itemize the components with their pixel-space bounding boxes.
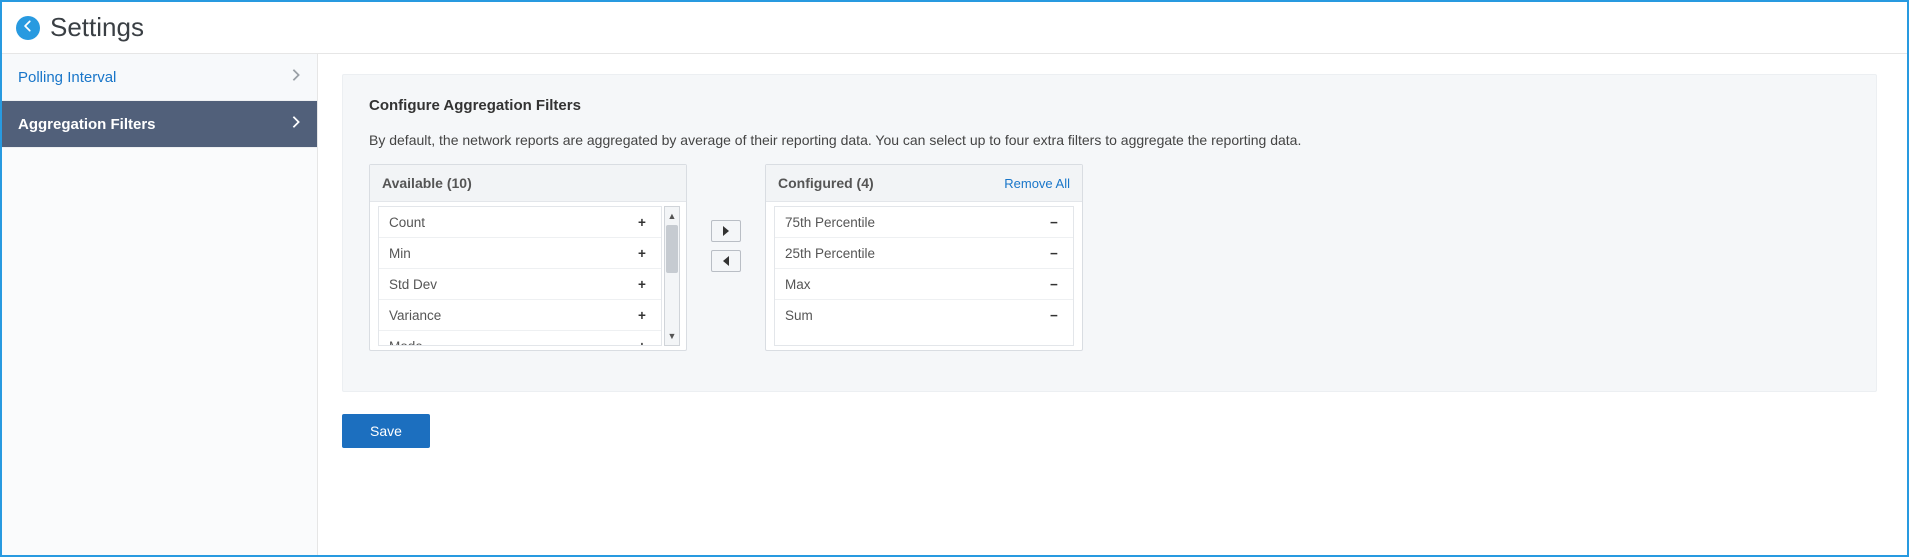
list-item-label: Std Dev (389, 277, 437, 292)
caret-left-icon (722, 253, 730, 269)
page-title: Settings (50, 12, 144, 43)
configured-body: 75th Percentile − 25th Percentile − Max … (766, 202, 1082, 350)
add-icon[interactable]: + (633, 275, 651, 293)
available-listbox: Available (10) Count + Min + (369, 164, 687, 351)
list-item-label: 25th Percentile (785, 246, 875, 261)
list-item: 25th Percentile − (775, 238, 1073, 269)
add-icon[interactable]: + (633, 337, 651, 346)
settings-sidebar: Polling Interval Aggregation Filters (2, 54, 318, 557)
list-item: Max − (775, 269, 1073, 300)
scroll-down-icon[interactable]: ▼ (665, 327, 679, 345)
remove-icon[interactable]: − (1045, 244, 1063, 262)
list-item: Std Dev + (379, 269, 661, 300)
list-item: Min + (379, 238, 661, 269)
back-button[interactable] (16, 16, 40, 40)
sidebar-item-aggregation-filters[interactable]: Aggregation Filters (2, 101, 317, 148)
available-body: Count + Min + Std Dev + (370, 202, 686, 350)
remove-all-link[interactable]: Remove All (1004, 176, 1070, 191)
list-item-label: Count (389, 215, 425, 230)
configured-listbox: Configured (4) Remove All 75th Percentil… (765, 164, 1083, 351)
list-item-label: Min (389, 246, 411, 261)
list-item-label: Sum (785, 308, 813, 323)
list-item: 75th Percentile − (775, 207, 1073, 238)
scroll-thumb[interactable] (666, 225, 678, 273)
sidebar-item-polling-interval[interactable]: Polling Interval (2, 54, 317, 101)
available-list: Count + Min + Std Dev + (378, 206, 662, 346)
scroll-up-icon[interactable]: ▲ (665, 207, 679, 225)
panel-description: By default, the network reports are aggr… (369, 132, 1850, 148)
list-item: Variance + (379, 300, 661, 331)
add-icon[interactable]: + (633, 244, 651, 262)
chevron-right-icon (291, 68, 301, 86)
config-panel: Configure Aggregation Filters By default… (342, 74, 1877, 392)
move-right-button[interactable] (711, 220, 741, 242)
mover-buttons (711, 220, 741, 272)
add-icon[interactable]: + (633, 213, 651, 231)
main-content: Configure Aggregation Filters By default… (318, 54, 1907, 557)
chevron-right-icon (291, 115, 301, 133)
list-item-label: Variance (389, 308, 441, 323)
move-left-button[interactable] (711, 250, 741, 272)
save-button[interactable]: Save (342, 414, 430, 448)
scrollbar[interactable]: ▲ ▼ (664, 206, 680, 346)
scroll-track[interactable] (665, 225, 679, 327)
page-body: Polling Interval Aggregation Filters Con… (2, 54, 1907, 557)
list-item: Count + (379, 207, 661, 238)
panel-title: Configure Aggregation Filters (369, 97, 1850, 114)
remove-icon[interactable]: − (1045, 275, 1063, 293)
sidebar-item-label: Polling Interval (18, 69, 116, 86)
list-item: Mode + (379, 331, 661, 346)
app-frame: Settings Polling Interval Aggregation Fi… (0, 0, 1909, 557)
arrow-left-icon (21, 19, 35, 36)
list-item-label: 75th Percentile (785, 215, 875, 230)
page-header: Settings (2, 2, 1907, 54)
remove-icon[interactable]: − (1045, 213, 1063, 231)
list-item: Sum − (775, 300, 1073, 330)
add-icon[interactable]: + (633, 306, 651, 324)
configured-list: 75th Percentile − 25th Percentile − Max … (774, 206, 1074, 346)
available-heading: Available (10) (370, 165, 686, 202)
caret-right-icon (722, 223, 730, 239)
remove-icon[interactable]: − (1045, 306, 1063, 324)
dual-list: Available (10) Count + Min + (369, 164, 1850, 351)
action-bar: Save (342, 414, 1877, 448)
list-item-label: Max (785, 277, 811, 292)
list-item-label: Mode (389, 339, 423, 347)
configured-heading: Configured (4) Remove All (766, 165, 1082, 202)
configured-heading-text: Configured (4) (778, 175, 874, 191)
sidebar-item-label: Aggregation Filters (18, 116, 156, 133)
available-heading-text: Available (10) (382, 175, 472, 191)
